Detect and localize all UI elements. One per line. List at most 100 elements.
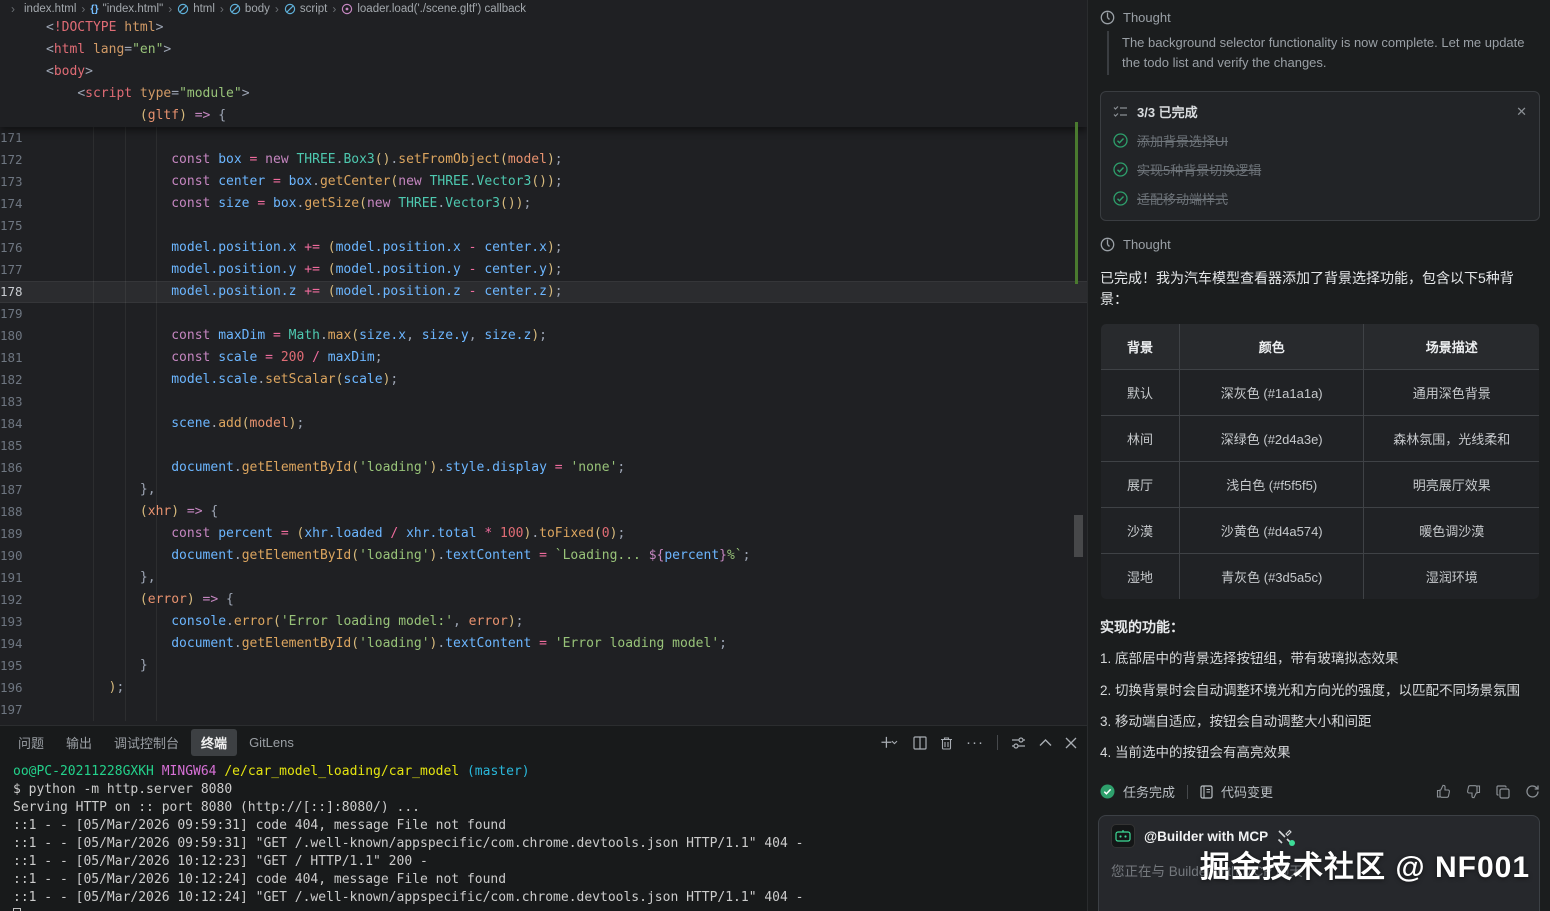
- breadcrumb-item[interactable]: ›index.html: [6, 2, 76, 16]
- copy-icon[interactable]: [1496, 785, 1510, 799]
- todo-close-icon[interactable]: ✕: [1516, 104, 1527, 120]
- sticky-line: (gltf) => {: [0, 105, 1087, 127]
- code-line: 191 },: [0, 567, 1087, 589]
- code-line: 196 );: [0, 677, 1087, 699]
- split-terminal-button[interactable]: [913, 736, 927, 750]
- line-number: 188: [0, 501, 38, 523]
- breadcrumb-label: script: [300, 3, 327, 15]
- panel-tab-输出[interactable]: 输出: [56, 729, 102, 756]
- line-number: 182: [0, 369, 38, 391]
- task-complete-icon: [1100, 784, 1115, 799]
- terminal-settings-icon[interactable]: [1011, 736, 1026, 750]
- overview-ruler-change-mark: [1075, 122, 1078, 284]
- line-number: 177: [0, 259, 38, 281]
- code-line: 194 document.getElementById('loading').t…: [0, 633, 1087, 655]
- table-header: 场景描述: [1364, 324, 1540, 370]
- terminal-output[interactable]: oo@PC-20211228GXKH MINGW64 /e/car_model_…: [0, 759, 1087, 911]
- braces-icon: {}: [90, 3, 98, 15]
- breadcrumb-item[interactable]: {}"index.html": [90, 3, 163, 15]
- code-changes-icon: [1200, 785, 1213, 799]
- breadcrumb-item[interactable]: body: [229, 3, 270, 15]
- line-number: 183: [0, 391, 38, 413]
- bottom-panel: 问题输出调试控制台终端GitLens ···: [0, 725, 1087, 911]
- sticky-line: <html lang="en">: [0, 39, 1087, 61]
- thought-icon: [1100, 10, 1115, 25]
- line-number: 191: [0, 567, 38, 589]
- code-line: 195 }: [0, 655, 1087, 677]
- code-line: 189 const percent = (xhr.loaded / xhr.to…: [0, 523, 1087, 545]
- table-cell: 暖色调沙漠: [1364, 508, 1540, 554]
- table-cell: 明亮展厅效果: [1364, 462, 1540, 508]
- code-line: 192 (error) => {: [0, 589, 1087, 611]
- code-line: 197: [0, 699, 1087, 721]
- code-line: 182 model.scale.setScalar(scale);: [0, 369, 1087, 391]
- maximize-panel-icon[interactable]: [1039, 738, 1052, 747]
- breadcrumb-separator: ›: [168, 2, 172, 16]
- table-row: 展厅浅白色 (#f5f5f5)明亮展厅效果: [1101, 462, 1540, 508]
- terminal-line: oo@PC-20211228GXKH MINGW64 /e/car_model_…: [13, 763, 1087, 781]
- editor-column: ›index.html›{}"index.html"›html›body›scr…: [0, 0, 1087, 911]
- app-window: ›index.html›{}"index.html"›html›body›scr…: [0, 0, 1550, 911]
- thought-label: Thought: [1123, 10, 1171, 25]
- close-panel-icon[interactable]: [1065, 737, 1077, 749]
- code-line: 185: [0, 435, 1087, 457]
- panel-tab-调试控制台[interactable]: 调试控制台: [104, 729, 189, 756]
- new-terminal-button[interactable]: [880, 736, 900, 750]
- task-complete-label: 任务完成: [1123, 782, 1175, 801]
- editor-scrollbar[interactable]: [1074, 515, 1083, 557]
- terminal-line: ::1 - - [05/Mar/2026 10:12:24] code 404,…: [13, 871, 1087, 889]
- more-actions-icon[interactable]: ···: [966, 734, 984, 751]
- line-number: 187: [0, 479, 38, 501]
- code-editor[interactable]: <!DOCTYPE html><html lang="en"><body> <s…: [0, 17, 1087, 725]
- thumbs-up-icon[interactable]: [1436, 784, 1451, 799]
- breadcrumb[interactable]: ›index.html›{}"index.html"›html›body›scr…: [0, 0, 1087, 17]
- panel-tab-GitLens[interactable]: GitLens: [239, 731, 304, 754]
- table-row: 林间深绿色 (#2d4a3e)森林氛围，光线柔和: [1101, 416, 1540, 462]
- line-number: 194: [0, 633, 38, 655]
- toolbar-divider: [997, 735, 998, 750]
- breadcrumb-item[interactable]: html: [177, 3, 215, 15]
- table-row: 默认深灰色 (#1a1a1a)通用深色背景: [1101, 370, 1540, 416]
- todo-card: 3/3 已完成 ✕ 添加背景选择UI实现5种背景切换逻辑适配移动端样式: [1100, 91, 1540, 221]
- terminal-line: ::1 - - [05/Mar/2026 10:12:24] "GET /.we…: [13, 889, 1087, 907]
- breadcrumb-item[interactable]: loader.load('./scene.gltf') callback: [341, 3, 526, 15]
- check-circle-icon: [1113, 191, 1128, 206]
- line-number: 197: [0, 699, 38, 721]
- terminal-line: $ python -m http.server 8080: [13, 781, 1087, 799]
- line-number: 172: [0, 149, 38, 171]
- table-cell: 湿地: [1101, 554, 1180, 600]
- table-cell: 青灰色 (#3d5a5c): [1180, 554, 1364, 600]
- todo-header: 3/3 已完成 ✕: [1113, 102, 1527, 121]
- todo-item: 添加背景选择UI: [1113, 131, 1527, 150]
- line-number: 189: [0, 523, 38, 545]
- code-line: 181 const scale = 200 / maxDim;: [0, 347, 1087, 369]
- code-line: 180 const maxDim = Math.max(size.x, size…: [0, 325, 1087, 347]
- code-line: 193 console.error('Error loading model:'…: [0, 611, 1087, 633]
- panel-tab-终端[interactable]: 终端: [191, 729, 237, 756]
- line-number: 192: [0, 589, 38, 611]
- features-title: 实现的功能：: [1100, 617, 1540, 637]
- feature-item: 4. 当前选中的按钮会有高亮效果: [1100, 744, 1540, 762]
- sticky-line: <body>: [0, 61, 1087, 83]
- regenerate-icon[interactable]: [1525, 784, 1540, 799]
- feature-item: 1. 底部居中的背景选择按钮组，带有玻璃拟态效果: [1100, 650, 1540, 668]
- terminal-line: ::1 - - [05/Mar/2026 09:59:31] "GET /.we…: [13, 835, 1087, 853]
- line-number: 196: [0, 677, 38, 699]
- breadcrumb-separator: ›: [220, 2, 224, 16]
- breadcrumb-label: loader.load('./scene.gltf') callback: [357, 3, 526, 15]
- line-number: 173: [0, 171, 38, 193]
- table-row: 湿地青灰色 (#3d5a5c)湿润环境: [1101, 554, 1540, 600]
- sticky-scroll: <!DOCTYPE html><html lang="en"><body> <s…: [0, 17, 1087, 127]
- tag-icon: [284, 3, 296, 15]
- code-changes-button[interactable]: 代码变更: [1200, 782, 1273, 801]
- table-cell: 湿润环境: [1364, 554, 1540, 600]
- line-number: 185: [0, 435, 38, 457]
- line-number: 184: [0, 413, 38, 435]
- breadcrumb-item[interactable]: script: [284, 3, 327, 15]
- thumbs-down-icon[interactable]: [1466, 784, 1481, 799]
- line-number: 176: [0, 237, 38, 259]
- watermark: 掘金技术社区 @ NF001: [1200, 842, 1530, 886]
- panel-actions: ···: [880, 734, 1077, 751]
- panel-tab-问题[interactable]: 问题: [8, 729, 54, 756]
- kill-terminal-button[interactable]: [940, 736, 953, 750]
